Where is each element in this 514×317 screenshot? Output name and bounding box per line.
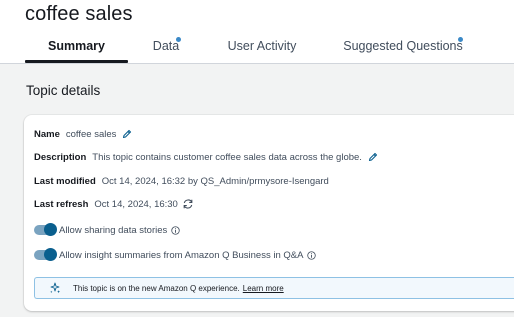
last-modified-label: Last modified (34, 175, 96, 187)
last-refresh-row: Last refresh Oct 14, 2024, 16:30 (34, 196, 194, 212)
tab-label: Suggested Questions (343, 39, 463, 53)
amazon-q-icon (50, 282, 60, 294)
name-row: Name coffee sales (34, 126, 132, 142)
data-tab-indicator-dot (176, 37, 181, 42)
description-row: Description This topic contains customer… (34, 149, 378, 165)
topic-details-card: Name coffee sales Description This topic… (24, 115, 514, 311)
tab-data[interactable]: Data (140, 36, 192, 63)
info-icon[interactable] (307, 250, 317, 260)
banner-text: This topic is on the new Amazon Q experi… (73, 283, 240, 293)
sharing-data-stories-toggle-row: Allow sharing data stories (34, 222, 180, 238)
page-header: coffee sales Summary Data User Activity … (0, 0, 514, 64)
insight-summaries-toggle-row: Allow insight summaries from Amazon Q Bu… (34, 247, 317, 263)
learn-more-link[interactable]: Learn more (243, 284, 284, 293)
last-refresh-label: Last refresh (34, 198, 89, 210)
tab-suggested-questions[interactable]: Suggested Questions (336, 36, 470, 63)
tab-label: Summary (48, 39, 105, 53)
insight-summaries-toggle[interactable] (34, 248, 57, 261)
description-value: This topic contains customer coffee sale… (92, 151, 362, 163)
name-value: coffee sales (65, 128, 117, 140)
topic-details-heading: Topic details (26, 83, 101, 98)
tab-label: Data (152, 39, 180, 53)
toggle-label: Allow sharing data stories (59, 224, 168, 236)
name-label: Name (34, 128, 60, 140)
active-tab-underline (25, 60, 128, 63)
tab-user-activity[interactable]: User Activity (212, 36, 312, 63)
last-modified-row: Last modified Oct 14, 2024, 16:32 by QS_… (34, 173, 329, 189)
tab-label: User Activity (227, 39, 297, 53)
sharing-data-stories-toggle[interactable] (34, 223, 57, 236)
pencil-icon[interactable] (122, 129, 132, 139)
toggle-label: Allow insight summaries from Amazon Q Bu… (59, 249, 304, 261)
pencil-icon[interactable] (368, 152, 378, 162)
page-title: coffee sales (25, 3, 133, 25)
suggested-questions-tab-indicator-dot (458, 37, 463, 42)
refresh-icon[interactable] (182, 198, 194, 210)
amazon-q-info-banner: This topic is on the new Amazon Q experi… (34, 277, 514, 299)
last-refresh-value: Oct 14, 2024, 16:30 (94, 198, 178, 210)
info-icon[interactable] (171, 225, 180, 235)
last-modified-value: Oct 14, 2024, 16:32 by QS_Admin/prmysore… (101, 175, 329, 187)
tab-summary[interactable]: Summary (25, 36, 128, 63)
description-label: Description (34, 151, 87, 163)
